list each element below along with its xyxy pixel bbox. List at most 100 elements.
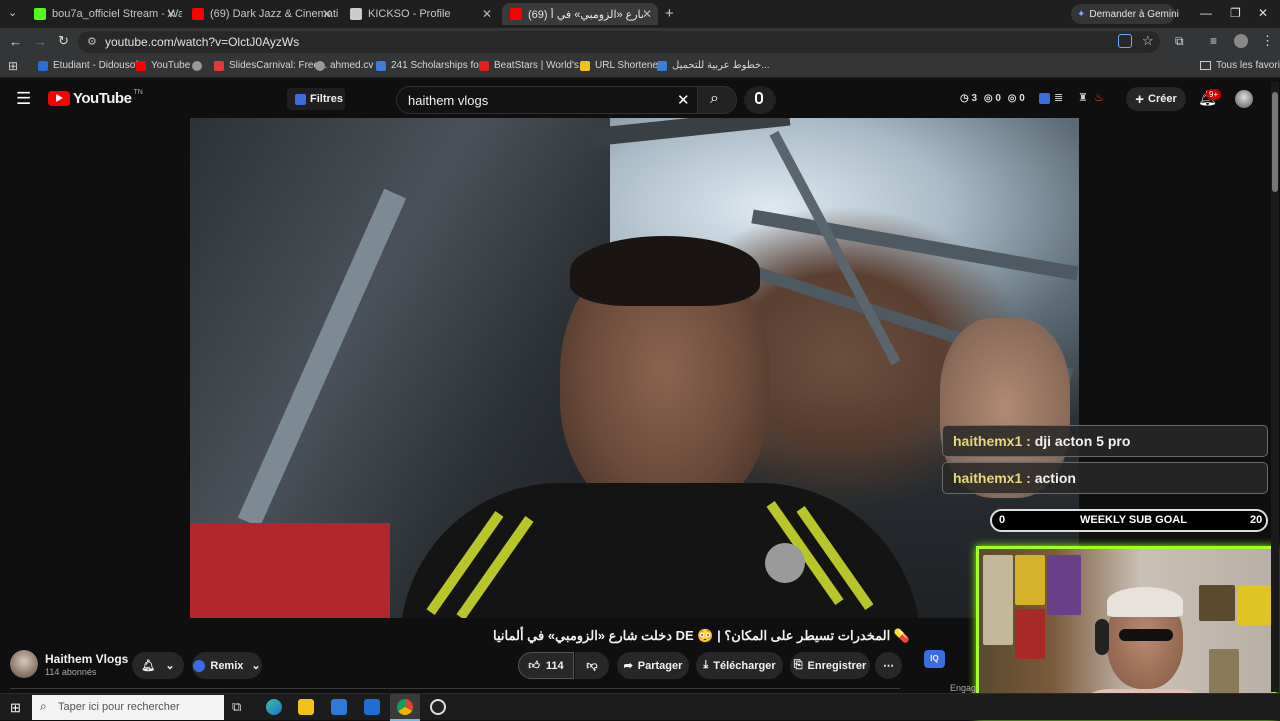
extension-alert-icon[interactable]: ♨ — [1094, 91, 1104, 104]
remix-button[interactable]: Remix ⌄ — [192, 652, 262, 679]
subscription-bell-button[interactable]: 🔔︎ ⌄ — [132, 652, 184, 679]
voice-search-button[interactable] — [744, 86, 776, 114]
taskbar-search[interactable]: ⌕ Taper ici pour rechercher — [32, 695, 224, 720]
channel-name[interactable]: Haithem Vlogs — [45, 652, 128, 666]
reload-icon[interactable]: ↻ — [58, 33, 69, 49]
youtube-favicon-icon — [510, 8, 522, 20]
thumbs-down-icon: 👎︎ — [586, 660, 598, 672]
tab-current-video[interactable]: (69) دخلت شارع «الزومبي» في أ ✕ — [502, 3, 658, 25]
youtube-icon — [136, 60, 146, 71]
media-controls-icon[interactable]: ≡ — [1210, 34, 1217, 48]
chrome-icon[interactable] — [397, 699, 413, 715]
bookmark-star-icon[interactable]: ☆ — [1142, 33, 1154, 49]
download-button[interactable]: ⤓ Télécharger — [696, 652, 783, 679]
extensions-icon[interactable]: ⧉ — [1175, 34, 1184, 49]
windows-start-icon[interactable]: ⊞ — [10, 700, 21, 716]
wall-poster — [1015, 555, 1045, 605]
plus-icon: + — [1135, 90, 1144, 108]
streamer-sunglasses — [1119, 629, 1173, 641]
sub-goal-bar: 0 WEEKLY SUB GOAL 20 — [990, 509, 1268, 532]
search-box[interactable]: haithem vlogs ✕ — [396, 86, 703, 114]
edge-icon[interactable] — [266, 699, 282, 715]
extension-list-icon[interactable]: ≣ — [1054, 91, 1063, 104]
extension-counters[interactable]: ◷ 3 ◎ 0 ◎ 0 — [960, 93, 1025, 104]
wall-poster — [1015, 609, 1045, 659]
clear-search-icon[interactable]: ✕ — [677, 91, 690, 109]
share-button[interactable]: ➦ Partager — [617, 652, 689, 679]
video-title: 💊 المخدرات تسيطر على المكان؟ | 😳 DE دخلت… — [493, 628, 910, 643]
more-actions-button[interactable]: ⋯ — [875, 652, 902, 679]
channel-avatar[interactable] — [10, 650, 38, 678]
bookmark-slidescarnival[interactable]: SlidesCarnival: Free... — [192, 60, 327, 71]
task-view-icon[interactable]: ⧉ — [232, 699, 241, 715]
restore-icon[interactable]: ❐ — [1230, 6, 1241, 20]
tab-kick-stream[interactable]: bou7a_officiel Stream - Watch Li ✕ — [26, 3, 182, 25]
site-info-icon[interactable]: ⚙ — [87, 35, 97, 48]
tab-list-chevron-icon[interactable]: ⌄ — [8, 6, 17, 19]
dislike-button[interactable]: 👎︎ — [575, 652, 609, 679]
counter-c: 0 — [1019, 93, 1025, 104]
bookmark-scholarships[interactable]: 241 Scholarships for... — [376, 60, 490, 71]
browser-toolbar: ← → ↻ ⚙ youtube.com/watch?v=OlctJ0AyzWs … — [0, 28, 1280, 56]
bookmark-url-shortener[interactable]: URL Shortener — [580, 60, 661, 71]
gemini-button[interactable]: ✦ Demander à Gemini — [1071, 4, 1179, 24]
search-input[interactable]: haithem vlogs — [408, 93, 488, 108]
extension-iq-icon[interactable] — [1039, 93, 1050, 104]
forward-icon[interactable]: → — [34, 34, 47, 49]
close-icon[interactable]: ✕ — [482, 7, 492, 21]
youtube-wordmark: YouTube — [73, 90, 132, 107]
tab-dark-jazz[interactable]: (69) Dark Jazz & Cinematic Trip ✕ — [184, 3, 338, 25]
save-button[interactable]: ⎘ Enregistrer — [790, 652, 870, 679]
menu-icon[interactable]: ⋮ — [1261, 33, 1274, 49]
bookmark-youtube[interactable]: YouTube — [136, 60, 190, 71]
bookmark-label: BeatStars | World's... — [494, 60, 588, 71]
youtube-play-icon — [48, 91, 70, 106]
file-explorer-icon[interactable] — [298, 699, 314, 715]
wall-poster — [1199, 585, 1235, 621]
video-player[interactable] — [190, 118, 1079, 618]
bookmark-didousoft[interactable]: Etudiant - Didousoft — [38, 60, 141, 71]
profile-avatar-icon[interactable] — [1234, 34, 1248, 48]
account-avatar[interactable] — [1235, 90, 1253, 108]
create-button[interactable]: + Créer — [1126, 87, 1186, 111]
minimize-icon[interactable]: — — [1200, 6, 1212, 20]
close-icon[interactable]: ✕ — [642, 7, 652, 21]
youtube-logo[interactable]: YouTube TN — [48, 89, 143, 107]
all-bookmarks-folder[interactable]: Tous les favoris — [1200, 60, 1280, 71]
store-icon[interactable] — [331, 699, 347, 715]
filter-extension-icon — [295, 93, 306, 105]
goal-target: 20 — [1250, 514, 1263, 526]
apps-grid-icon[interactable]: ⊞ — [8, 59, 18, 73]
beatstars-icon — [479, 60, 489, 71]
scrollbar-thumb[interactable] — [1272, 92, 1278, 192]
address-bar[interactable]: ⚙ youtube.com/watch?v=OlctJ0AyzWs ☆ — [78, 31, 1160, 53]
thumbs-up-icon: 👍︎ — [528, 660, 540, 672]
extension-trophy-icon[interactable]: ♜ — [1078, 91, 1088, 104]
bookmark-arabic-fonts[interactable]: خطوط عربية للتحميل... — [657, 60, 770, 71]
install-app-icon[interactable] — [1118, 34, 1132, 48]
new-tab-icon[interactable]: + — [665, 5, 674, 22]
close-window-icon[interactable]: ✕ — [1258, 6, 1268, 20]
like-button[interactable]: 👍︎ 114 — [518, 652, 574, 679]
chat-text: action — [1034, 470, 1076, 486]
search-button[interactable]: ⌕ — [697, 86, 737, 114]
more-horizontal-icon: ⋯ — [883, 660, 894, 672]
bookmark-label: ahmed.cv — [330, 60, 374, 71]
hamburger-menu-icon[interactable]: ☰ — [16, 89, 31, 109]
obs-icon[interactable] — [430, 699, 446, 715]
filters-button[interactable]: Filtres — [287, 88, 345, 110]
download-icon: ⤓ — [703, 659, 709, 671]
tab-kickso-profile[interactable]: KICKSO - Profile ✕ — [342, 3, 498, 25]
close-icon[interactable]: ✕ — [166, 7, 176, 21]
iq-extension-icon[interactable]: IQ — [924, 650, 945, 668]
bookmark-label: URL Shortener — [595, 60, 662, 71]
lapel-microphone — [765, 543, 805, 583]
mail-icon[interactable] — [364, 699, 380, 715]
filters-label: Filtres — [310, 93, 344, 105]
bookmark-ahmed-cv[interactable]: ahmed.cv — [315, 60, 373, 71]
back-icon[interactable]: ← — [9, 34, 22, 49]
url-text[interactable]: youtube.com/watch?v=OlctJ0AyzWs — [105, 35, 299, 49]
page-scrollbar[interactable] — [1271, 82, 1279, 692]
close-icon[interactable]: ✕ — [322, 7, 332, 21]
bookmark-beatstars[interactable]: BeatStars | World's... — [479, 60, 587, 71]
